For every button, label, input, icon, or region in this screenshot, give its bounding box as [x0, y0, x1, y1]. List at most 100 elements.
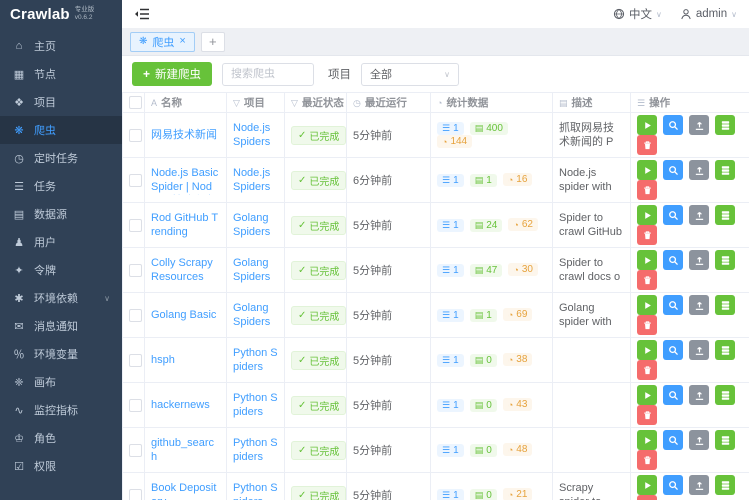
tasks-count-badge[interactable]: ☰ 1 [437, 122, 464, 135]
spider-name-link[interactable]: hackernews [151, 398, 220, 412]
upload-files-button[interactable] [689, 250, 710, 270]
sidebar-item-projects[interactable]: ❖ 项目 [0, 88, 122, 116]
project-filter-select[interactable]: 全部 ∨ [361, 62, 460, 86]
upload-files-button[interactable] [689, 385, 710, 405]
duration-badge[interactable]: ◔ 21 [502, 488, 533, 500]
duration-badge[interactable]: ◔ 16 [502, 173, 533, 187]
tasks-count-badge[interactable]: ☰ 1 [437, 398, 464, 412]
sidebar-item-nodes[interactable]: ▦ 节点 [0, 60, 122, 88]
upload-files-button[interactable] [689, 205, 710, 225]
upload-files-button[interactable] [689, 295, 710, 315]
column-header-name[interactable]: A 名称 [144, 92, 227, 113]
spider-name-link[interactable]: Rod GitHub Trending [151, 211, 220, 240]
delete-spider-button[interactable] [637, 225, 657, 245]
results-count-badge[interactable]: ▤ 47 [469, 263, 503, 277]
delete-spider-button[interactable] [637, 180, 657, 200]
delete-spider-button[interactable] [637, 315, 657, 335]
view-data-button[interactable] [715, 430, 736, 450]
run-spider-button[interactable] [637, 160, 657, 180]
view-data-button[interactable] [715, 385, 736, 405]
tasks-count-badge[interactable]: ☰ 1 [437, 488, 464, 500]
sidebar-item-tasks[interactable]: ☰ 任务 [0, 172, 122, 200]
fold-sidebar-button[interactable] [134, 7, 150, 21]
results-count-badge[interactable]: ▤ 1 [469, 308, 497, 322]
row-checkbox[interactable] [129, 398, 142, 412]
upload-files-button[interactable] [689, 430, 710, 450]
view-data-button[interactable] [715, 250, 736, 270]
search-input[interactable] [222, 62, 315, 86]
column-header-status[interactable]: ▽ 最近状态 [284, 92, 347, 113]
results-count-badge[interactable]: ▤ 24 [469, 218, 503, 232]
view-data-button[interactable] [715, 160, 736, 180]
run-spider-button[interactable] [637, 475, 657, 495]
duration-badge[interactable]: ◔ 43 [502, 398, 533, 412]
new-spider-button[interactable]: + 新建爬虫 [132, 62, 213, 86]
status-badge[interactable]: ✓ 已完成 [291, 215, 346, 235]
results-count-badge[interactable]: ▤ 0 [469, 488, 497, 500]
tab-spiders[interactable]: ❋ 爬虫 × [130, 31, 195, 52]
run-spider-button[interactable] [637, 340, 657, 360]
run-spider-button[interactable] [637, 250, 657, 270]
view-spider-button[interactable] [663, 475, 684, 495]
row-checkbox[interactable] [129, 218, 142, 232]
duration-badge[interactable]: ◔ 62 [508, 218, 538, 232]
language-selector[interactable]: 中文 ∨ [613, 6, 662, 22]
delete-spider-button[interactable] [637, 495, 657, 500]
results-count-badge[interactable]: ▤ 400 [469, 122, 508, 135]
view-spider-button[interactable] [663, 340, 684, 360]
tasks-count-badge[interactable]: ☰ 1 [437, 173, 464, 187]
view-data-button[interactable] [715, 295, 736, 315]
status-badge[interactable]: ✓ 已完成 [291, 260, 346, 280]
user-menu[interactable]: admin ∨ [680, 8, 737, 20]
sidebar-item-canvas[interactable]: ❈ 画布 [0, 368, 122, 396]
results-count-badge[interactable]: ▤ 0 [469, 443, 497, 457]
tasks-count-badge[interactable]: ☰ 1 [437, 308, 464, 322]
sidebar-item-dependencies[interactable]: ✱ 环境依赖 ∨ [0, 284, 122, 312]
results-count-badge[interactable]: ▤ 0 [469, 353, 497, 367]
project-link[interactable]: Golang Spiders [233, 256, 278, 285]
status-badge[interactable]: ✓ 已完成 [291, 125, 346, 145]
view-data-button[interactable] [715, 115, 736, 135]
tasks-count-badge[interactable]: ☰ 1 [437, 443, 464, 457]
status-badge[interactable]: ✓ 已完成 [291, 440, 346, 460]
sidebar-item-roles[interactable]: ♔ 角色 [0, 424, 122, 452]
row-checkbox[interactable] [129, 353, 142, 367]
duration-badge[interactable]: ◔ 69 [502, 308, 533, 322]
view-data-button[interactable] [715, 340, 736, 360]
project-link[interactable]: Python Spiders [233, 481, 278, 500]
row-checkbox[interactable] [129, 263, 142, 277]
upload-files-button[interactable] [689, 340, 710, 360]
sidebar-item-schedules[interactable]: ◷ 定时任务 [0, 144, 122, 172]
sidebar-item-notifications[interactable]: ✉ 消息通知 [0, 312, 122, 340]
sidebar-item-metrics[interactable]: ∿ 监控指标 [0, 396, 122, 424]
duration-badge[interactable]: ◔ 48 [502, 443, 533, 457]
tasks-count-badge[interactable]: ☰ 1 [437, 218, 464, 232]
select-all-checkbox[interactable] [129, 96, 142, 109]
row-checkbox[interactable] [129, 488, 142, 500]
sidebar-item-home[interactable]: ⌂ 主页 [0, 32, 122, 60]
view-data-button[interactable] [715, 205, 736, 225]
delete-spider-button[interactable] [637, 360, 657, 380]
project-link[interactable]: Python Spiders [233, 436, 278, 465]
delete-spider-button[interactable] [637, 405, 657, 425]
results-count-badge[interactable]: ▤ 0 [469, 398, 497, 412]
results-count-badge[interactable]: ▤ 1 [469, 173, 497, 187]
project-link[interactable]: Golang Spiders [233, 301, 278, 330]
close-icon[interactable]: × [179, 36, 185, 47]
project-link[interactable]: Node.js Spiders [233, 121, 278, 150]
spider-name-link[interactable]: Colly Scrapy Resources [151, 256, 220, 285]
status-badge[interactable]: ✓ 已完成 [291, 305, 346, 325]
delete-spider-button[interactable] [637, 450, 657, 470]
spider-name-link[interactable]: Book Depository [151, 481, 220, 500]
view-spider-button[interactable] [663, 250, 684, 270]
sidebar-item-permissions[interactable]: ☑ 权限 [0, 452, 122, 480]
spider-name-link[interactable]: hsph [151, 353, 220, 367]
tasks-count-badge[interactable]: ☰ 1 [437, 353, 464, 367]
duration-badge[interactable]: ◔ 144 [437, 135, 473, 148]
view-spider-button[interactable] [663, 295, 684, 315]
view-spider-button[interactable] [663, 430, 684, 450]
row-checkbox[interactable] [129, 308, 142, 322]
upload-files-button[interactable] [689, 115, 710, 135]
sidebar-item-tokens[interactable]: ✦ 令牌 [0, 256, 122, 284]
sidebar-item-env-variables[interactable]: ％ 环境变量 [0, 340, 122, 368]
